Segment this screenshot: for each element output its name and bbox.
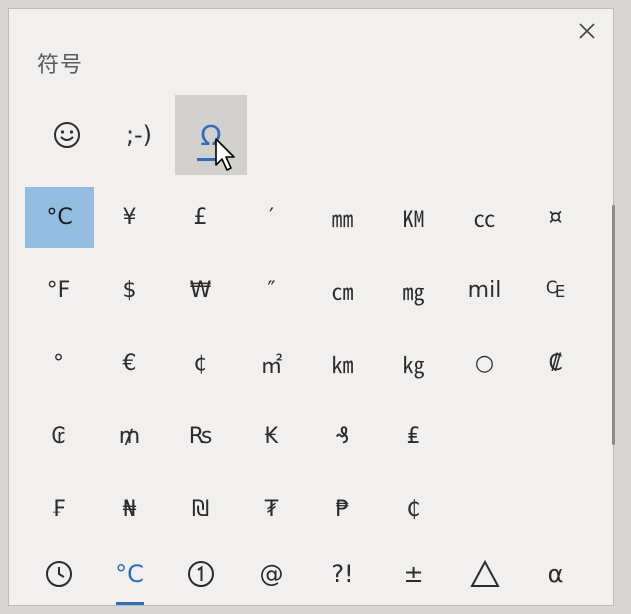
symbol-cell[interactable]: ₰ <box>307 400 378 473</box>
subtab-recent[interactable] <box>23 539 94 609</box>
symbol-cell[interactable]: ₢ <box>23 400 94 473</box>
symbol-cell[interactable]: ¤ <box>520 181 591 254</box>
circled-one-icon <box>187 561 214 587</box>
symbol-cell[interactable]: ₮ <box>236 473 307 546</box>
subtab-label: ?! <box>331 560 354 588</box>
symbol-cell[interactable]: ₩ <box>165 254 236 327</box>
symbol-cell[interactable]: ㎝ <box>307 254 378 327</box>
subtab-label: °C <box>115 560 144 588</box>
symbol-cell[interactable]: ㏎ <box>378 181 449 254</box>
symbol-cell[interactable]: ₡ <box>520 327 591 400</box>
empty-cell <box>520 400 591 473</box>
subtab-marks[interactable]: ?! <box>307 539 378 609</box>
symbol-cell[interactable]: ° <box>23 327 94 400</box>
subtab-math[interactable]: ± <box>378 539 449 609</box>
empty-cell <box>449 400 520 473</box>
symbol-cell[interactable]: ″ <box>236 254 307 327</box>
subtab-greek[interactable]: α <box>520 539 591 609</box>
symbol-cell[interactable]: ㎏ <box>378 327 449 400</box>
kaomoji-icon: ;-) <box>125 121 153 149</box>
symbol-cell[interactable]: € <box>94 327 165 400</box>
symbol-cell[interactable]: ㎜ <box>307 181 378 254</box>
symbol-cell[interactable]: ₥ <box>94 400 165 473</box>
symbol-cell[interactable]: ₠ <box>520 254 591 327</box>
mouse-pointer-icon <box>215 138 235 171</box>
subtab-geometric[interactable] <box>449 539 520 609</box>
symbol-cell[interactable]: °F <box>23 254 94 327</box>
symbol-cell[interactable]: ₱ <box>307 473 378 546</box>
symbol-cell[interactable]: ₣ <box>23 473 94 546</box>
symbol-cell[interactable]: ㎞ <box>307 327 378 400</box>
symbol-cell[interactable]: ₨ <box>165 400 236 473</box>
smiley-icon <box>54 122 80 148</box>
subtab-active-indicator <box>116 602 144 605</box>
subtab-label: α <box>547 560 564 588</box>
symbol-cell[interactable]: °C <box>25 187 94 248</box>
symbol-cell[interactable]: ₤ <box>378 400 449 473</box>
symbol-cell[interactable]: ₦ <box>94 473 165 546</box>
symbol-cell[interactable]: ₪ <box>165 473 236 546</box>
symbol-cell[interactable]: ㎎ <box>378 254 449 327</box>
close-icon <box>579 23 595 39</box>
symbol-cell[interactable]: ㏄ <box>449 181 520 254</box>
subtab-enclosed[interactable] <box>165 539 236 609</box>
symbol-cell[interactable]: mil <box>449 254 520 327</box>
subtab-label: @ <box>259 560 284 588</box>
clock-icon <box>45 561 72 587</box>
symbol-grid: °C ¥ £ ′ ㎜㏎㏄ ¤ °F $ ₩ ″ ㎝㎎ mil ₠ ° € ¢ ㎡㎞㎏ ○ ₡ ₢ ₥ ₨ ₭ ₰ ₤ ₣ ₦ ₪ ₮ ₱ ₵ <box>23 181 591 546</box>
symbol-cell[interactable]: ′ <box>236 181 307 254</box>
triangle-icon <box>469 559 500 587</box>
symbol-cell[interactable]: ¥ <box>94 181 165 254</box>
subcategory-tabs: °C @ ?! ± α <box>23 539 591 609</box>
scrollbar[interactable] <box>612 205 615 445</box>
symbol-cell[interactable]: ¢ <box>165 327 236 400</box>
symbol-cell[interactable]: $ <box>94 254 165 327</box>
symbol-picker-panel: 符号 ;-) Ω °C ¥ £ ′ ㎜㏎㏄ ¤ °F $ ₩ ″ ㎝㎎ mil ₠ ° € ¢ ㎡㎞㎏ ○ ₡ ₢ ₥ ₨… <box>8 8 615 609</box>
close-button[interactable] <box>573 17 601 45</box>
symbol-cell[interactable]: ㎡ <box>236 327 307 400</box>
symbol-cell[interactable]: ₭ <box>236 400 307 473</box>
empty-cell <box>520 473 591 546</box>
symbol-cell[interactable]: ○ <box>449 327 520 400</box>
tab-emoji[interactable] <box>31 95 103 175</box>
symbol-cell[interactable]: £ <box>165 181 236 254</box>
subtab-punctuation[interactable]: @ <box>236 539 307 609</box>
subtab-currency-units[interactable]: °C <box>94 539 165 609</box>
empty-cell <box>449 473 520 546</box>
symbol-cell[interactable]: ₵ <box>378 473 449 546</box>
subtab-label: ± <box>403 560 424 588</box>
tab-kaomoji[interactable]: ;-) <box>103 95 175 175</box>
panel-title: 符号 <box>37 53 84 78</box>
